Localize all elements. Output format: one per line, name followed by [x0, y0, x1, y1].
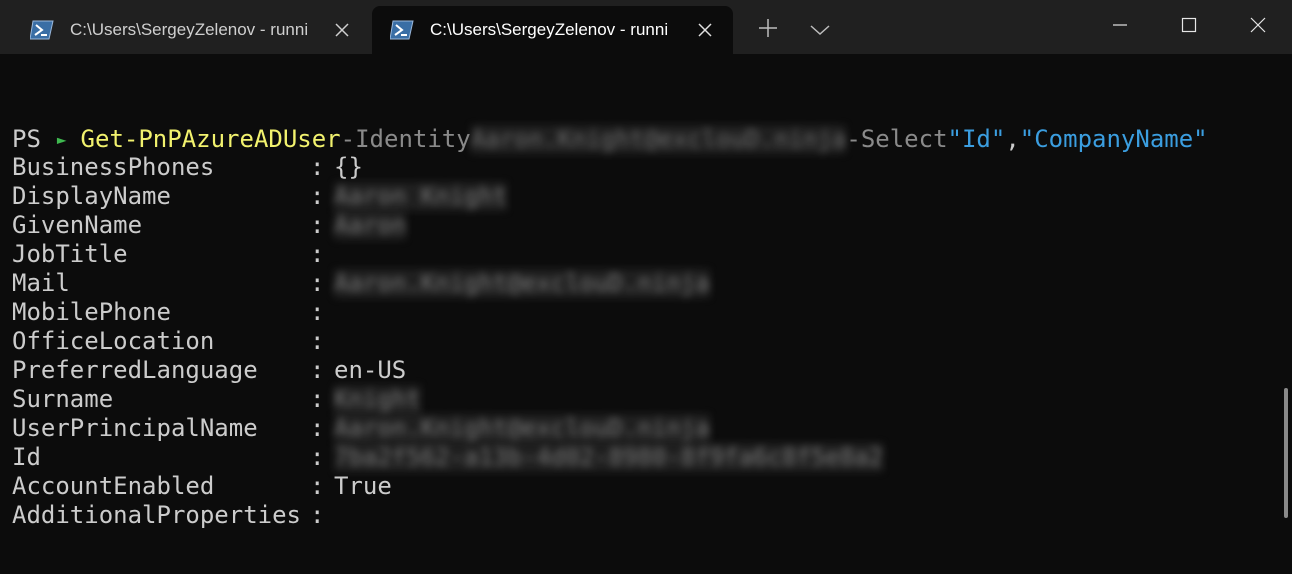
property-name: GivenName: [12, 211, 143, 239]
property-row: MobilePhone:: [12, 298, 883, 327]
property-name: PreferredLanguage: [12, 356, 258, 384]
property-separator: :: [310, 240, 325, 268]
scrollbar-thumb[interactable]: [1284, 388, 1288, 518]
property-separator: :: [310, 153, 325, 181]
property-separator: :: [310, 472, 325, 500]
property-row: Mail: Aaron.Knight@exclouD.ninja: [12, 269, 883, 298]
property-value-redacted: 7ba2f562-a13b-4d02-8980-8f9fa6c8f5e8a2: [334, 443, 884, 472]
property-value: en-US: [334, 356, 407, 384]
property-separator: :: [310, 211, 325, 239]
prompt-label: PS: [12, 124, 41, 153]
new-tab-button[interactable]: [746, 10, 790, 50]
arg-separator: ,: [1005, 124, 1020, 153]
property-name: MobilePhone: [12, 298, 171, 326]
command-line: PS ► Get-PnPAzureADUser -Identity Aaron.Kn…: [12, 122, 1272, 156]
property-separator: :: [310, 269, 325, 297]
property-separator: :: [310, 327, 325, 355]
powershell-icon: [30, 20, 54, 40]
prompt-arrow-icon: ►: [56, 129, 67, 149]
minimize-button[interactable]: [1086, 0, 1154, 54]
maximize-icon: [1181, 17, 1197, 37]
tab-active[interactable]: C:\Users\SergeyZelenov - runni: [372, 6, 733, 54]
select-arg-companyname: "CompanyName": [1019, 124, 1208, 153]
property-value: {}: [334, 153, 363, 181]
property-name: OfficeLocation: [12, 327, 215, 355]
property-row: JobTitle:: [12, 240, 883, 269]
select-param: -Select: [846, 124, 948, 153]
property-value-redacted: Aaron: [334, 211, 407, 240]
property-row: PreferredLanguage: en-US: [12, 356, 883, 385]
close-icon[interactable]: [685, 10, 725, 50]
property-value-redacted: Knight: [334, 385, 421, 414]
property-name: Surname: [12, 385, 114, 413]
select-arg-id: "Id": [947, 124, 1006, 153]
close-window-button[interactable]: [1224, 0, 1292, 54]
property-separator: :: [310, 414, 325, 442]
property-separator: :: [310, 182, 325, 210]
property-value-redacted: Aaron Knight: [334, 182, 508, 211]
property-separator: :: [310, 443, 325, 471]
property-row: Id:7ba2f562-a13b-4d02-8980-8f9fa6c8f5e8a…: [12, 443, 884, 472]
property-row: AccountEnabled: True: [12, 472, 883, 501]
property-name: Id: [12, 443, 41, 471]
powershell-icon: [390, 20, 414, 40]
property-separator: :: [310, 298, 325, 326]
property-value: True: [334, 472, 392, 500]
property-list: BusinessPhones: {} DisplayName: Aaron Knigh…: [12, 153, 884, 530]
cmdlet-name: Get-PnPAzureADUser: [80, 124, 341, 153]
tab-inactive[interactable]: C:\Users\SergeyZelenov - runni: [14, 6, 370, 54]
property-row: GivenName: Aaron: [12, 211, 883, 240]
terminal-output[interactable]: PS ► Get-PnPAzureADUser -Identity Aaron.Kn…: [12, 64, 1272, 529]
close-icon: [1250, 17, 1266, 37]
property-value-redacted: Aaron.Knight@exclouD.ninja: [334, 414, 710, 443]
tab-title: C:\Users\SergeyZelenov - runni: [430, 20, 669, 39]
property-name: UserPrincipalName: [12, 414, 258, 442]
property-row: BusinessPhones: {}: [12, 153, 883, 182]
identity-param: -Identity: [340, 124, 471, 153]
property-name: JobTitle: [12, 240, 128, 268]
property-name: AdditionalProperties: [12, 501, 301, 529]
property-name: DisplayName: [12, 182, 171, 210]
property-name: AccountEnabled: [12, 472, 215, 500]
tab-title: C:\Users\SergeyZelenov - runni: [70, 20, 309, 39]
minimize-icon: [1112, 17, 1128, 37]
profiles-dropdown-button[interactable]: [798, 10, 842, 50]
property-row: UserPrincipalName: Aaron.Knight@exclouD.n…: [12, 414, 883, 443]
identity-value-redacted: Aaron.Knight@exclouD.ninja: [470, 124, 847, 154]
property-row: OfficeLocation:: [12, 327, 883, 356]
chevron-down-icon: [810, 21, 830, 40]
plus-icon: [758, 18, 778, 42]
property-separator: :: [310, 385, 325, 413]
property-name: BusinessPhones: [12, 153, 215, 181]
property-name: Mail: [12, 269, 70, 297]
property-row: Surname: Knight: [12, 385, 883, 414]
property-value-redacted: Aaron.Knight@exclouD.ninja: [334, 269, 710, 298]
title-bar: C:\Users\SergeyZelenov - runni C:\Users\…: [0, 0, 1292, 54]
property-separator: :: [310, 356, 325, 384]
close-icon[interactable]: [322, 10, 362, 50]
property-row: AdditionalProperties:: [12, 501, 883, 530]
maximize-button[interactable]: [1155, 0, 1223, 54]
property-separator: :: [310, 501, 325, 529]
property-row: DisplayName: Aaron Knight: [12, 182, 883, 211]
